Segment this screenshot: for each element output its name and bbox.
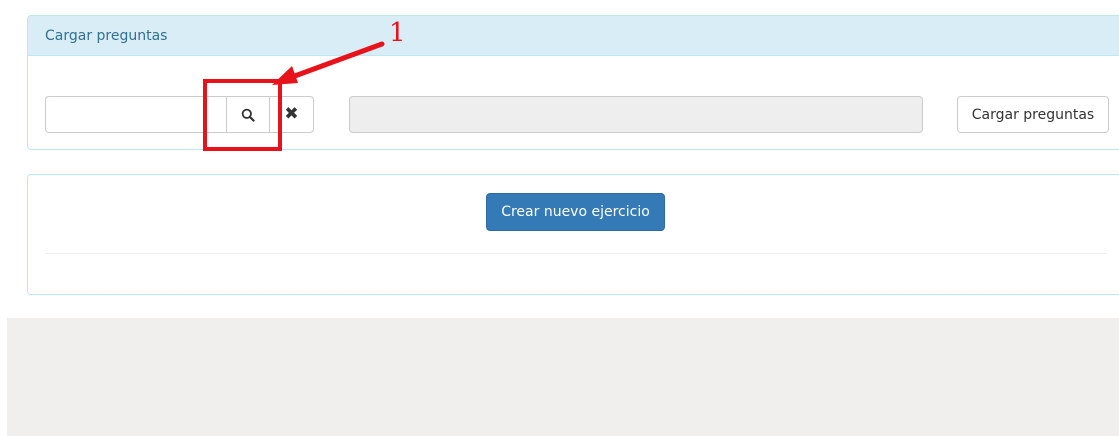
panel-heading: Cargar preguntas <box>28 16 1119 56</box>
file-name-display <box>349 96 923 133</box>
separator <box>45 253 1107 254</box>
create-exercise-button[interactable]: Crear nuevo ejercicio <box>486 193 665 231</box>
search-input[interactable] <box>45 96 227 133</box>
annotation-number: 1 <box>389 18 406 48</box>
annotation-highlight-box <box>203 79 282 151</box>
load-questions-button[interactable]: Cargar preguntas <box>957 96 1109 133</box>
close-icon: ✖ <box>284 104 299 124</box>
panel-title: Cargar preguntas <box>45 28 168 44</box>
